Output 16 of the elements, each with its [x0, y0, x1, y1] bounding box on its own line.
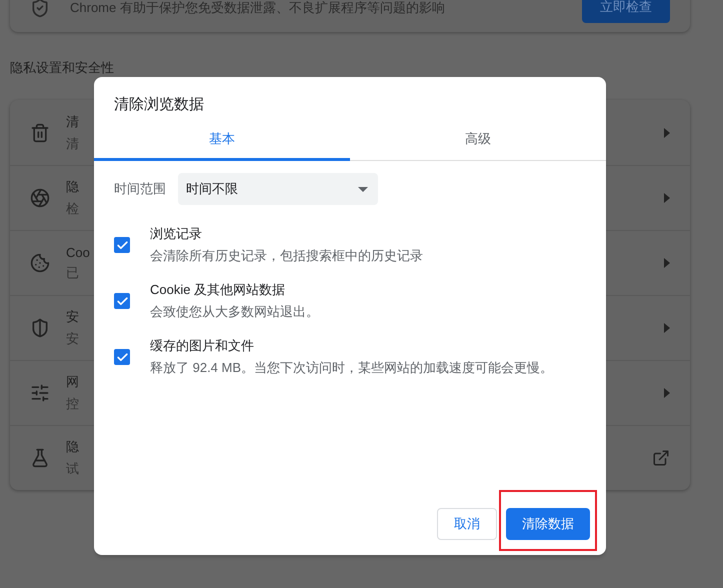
option-title: 缓存的图片和文件 [150, 337, 255, 355]
field-label: 时间范围 [114, 180, 166, 198]
row-title: 隐 [66, 178, 79, 196]
row-title: 网 [66, 373, 79, 391]
dialog-title: 清除浏览数据 [113, 95, 205, 115]
card-message: Chrome 有助于保护您免受数据泄露、不良扩展程序等问题的影响 [70, 1, 446, 15]
row-title: Coo [66, 244, 90, 260]
row-title: 隐 [66, 438, 79, 456]
option-description: 会清除所有历史记录，包括搜索框中的历史记录 [150, 247, 423, 265]
option-description: 释放了 92.4 MB。当您下次访问时，某些网站的加载速度可能会更慢。 [150, 359, 554, 377]
row-title: 清 [66, 112, 79, 130]
row-title: 安 [66, 308, 79, 326]
option-description: 会致使您从大多数网站退出。 [150, 303, 319, 321]
option-title: Cookie 及其他网站数据 [150, 281, 286, 299]
option-title: 浏览记录 [150, 225, 203, 243]
section-title: 隐私设置和安全性 [10, 60, 115, 75]
